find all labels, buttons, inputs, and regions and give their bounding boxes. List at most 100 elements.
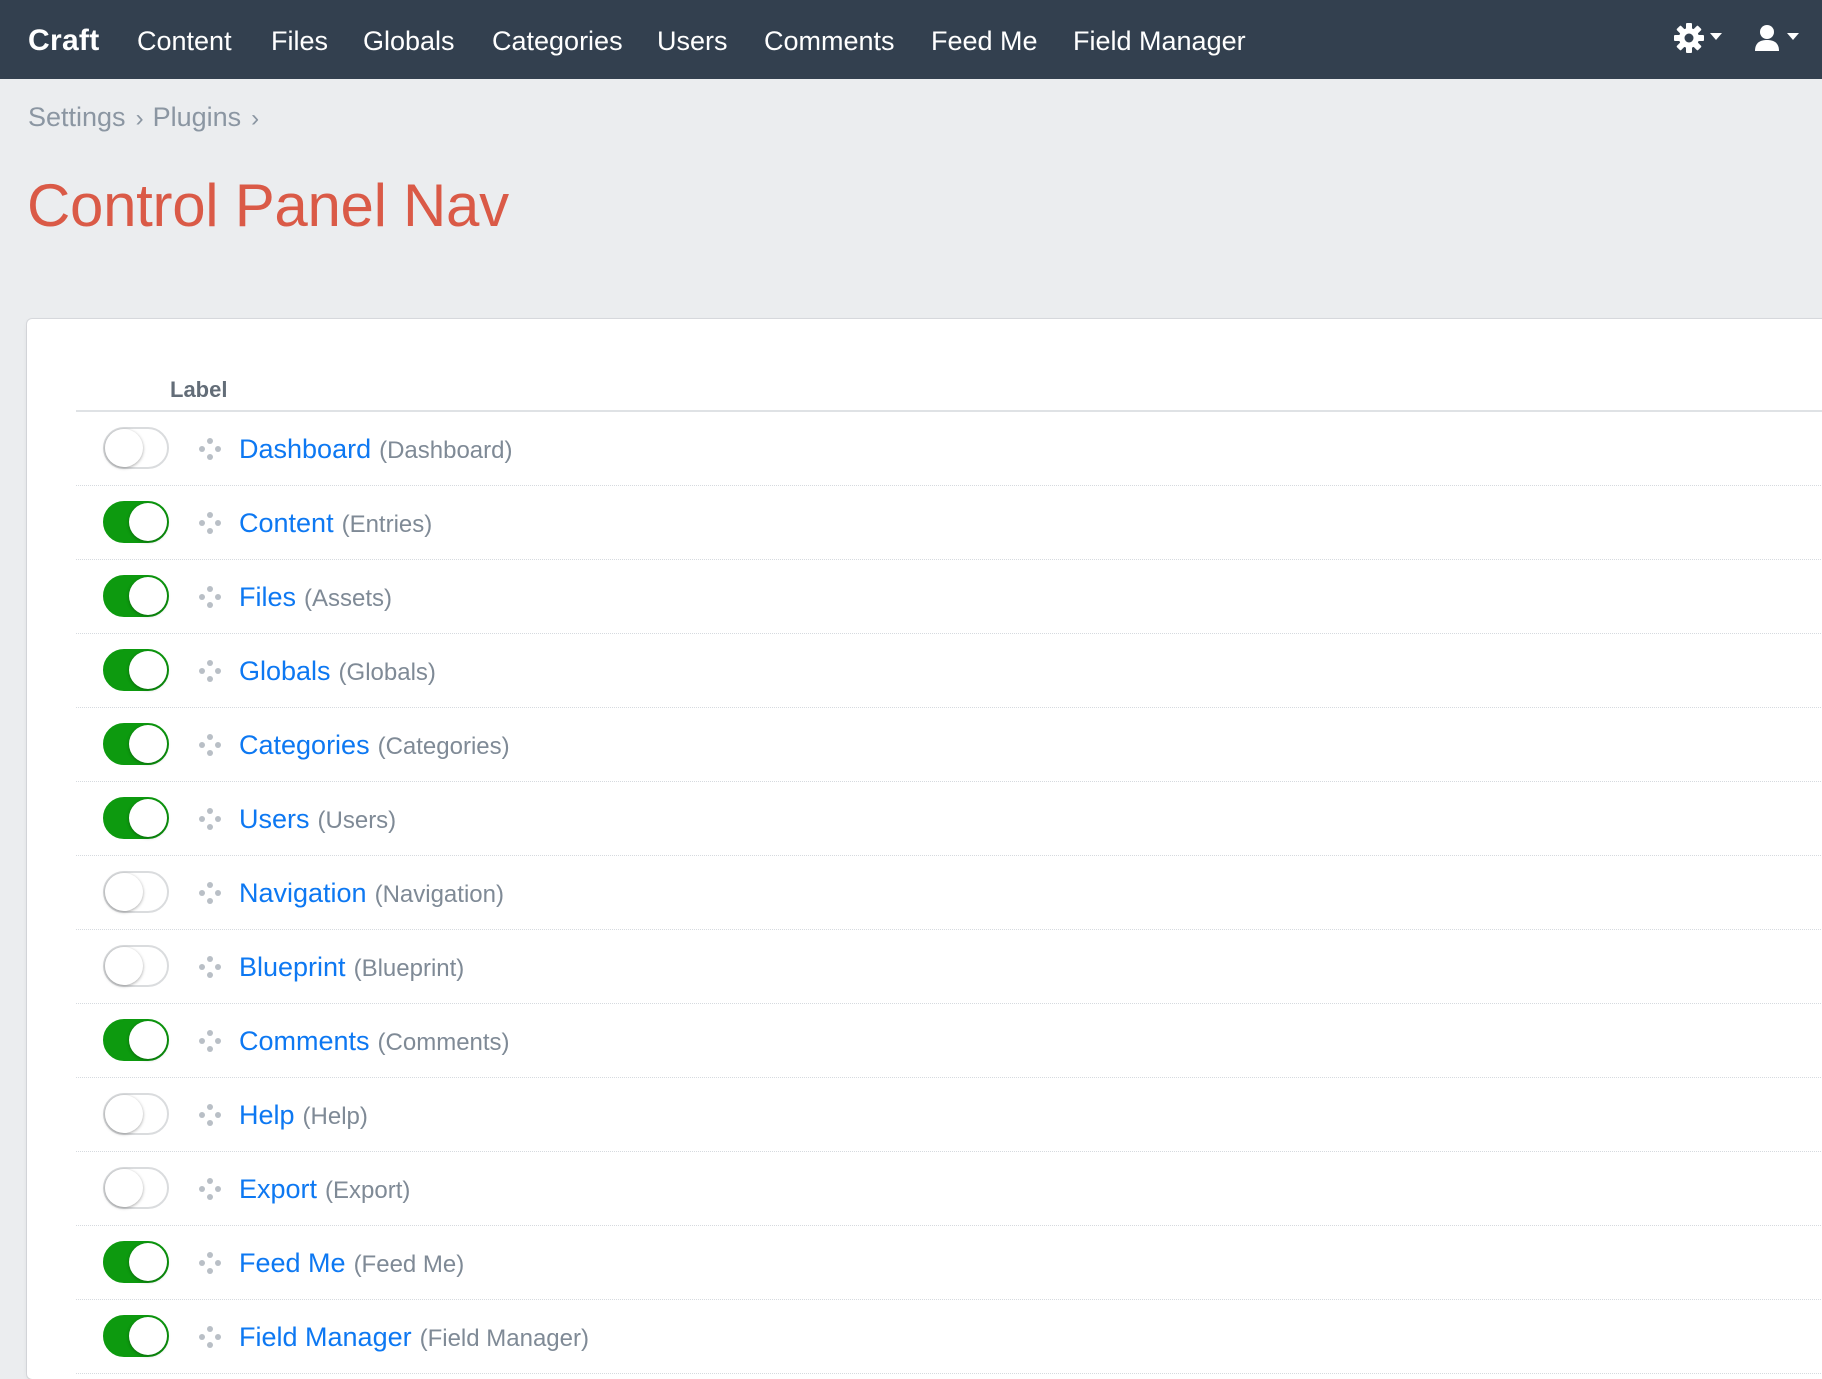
nav-item-categories[interactable]: Categories [492,24,623,58]
toggle-knob [129,1317,167,1355]
nav-item-handle: (Export) [325,1177,411,1204]
nav-item-files[interactable]: Files [271,24,328,58]
table-row-12: Field Manager (Field Manager) [76,1300,1822,1374]
table-row-1: Content (Entries) [76,486,1822,560]
enabled-toggle[interactable] [103,1241,169,1283]
enabled-toggle[interactable] [103,871,169,913]
gear-icon [1673,22,1705,59]
table-row-6: Navigation (Navigation) [76,856,1822,930]
row-label-group: Dashboard (Dashboard) [239,432,513,471]
move-icon[interactable] [198,1029,222,1053]
nav-item-handle: (Users) [317,807,397,834]
row-label-group: Feed Me (Feed Me) [239,1246,464,1285]
nav-item-handle: (Entries) [341,511,433,538]
move-icon[interactable] [198,1177,222,1201]
toggle-knob [129,725,167,763]
toggle-knob [129,1021,167,1059]
breadcrumb-settings[interactable]: Settings [28,102,126,132]
nav-item-handle: (Navigation) [374,881,504,908]
move-icon[interactable] [198,511,222,535]
nav-item-label-link[interactable]: Export [239,1174,317,1204]
nav-item-label-link[interactable]: Help [239,1100,295,1130]
content-panel: Label Dashboard (Dashboard) Content (Ent… [27,319,1822,1379]
toggle-knob [129,503,167,541]
enabled-toggle[interactable] [103,427,169,469]
site-name[interactable]: Craft [28,24,100,58]
table-row-11: Feed Me (Feed Me) [76,1226,1822,1300]
nav-item-handle: (Globals) [338,659,436,686]
enabled-toggle[interactable] [103,649,169,691]
table-row-3: Globals (Globals) [76,634,1822,708]
user-icon [1752,23,1782,58]
nav-item-globals[interactable]: Globals [363,24,455,58]
enabled-toggle[interactable] [103,501,169,543]
breadcrumb-plugins[interactable]: Plugins [153,102,242,132]
nav-item-label-link[interactable]: Files [239,582,296,612]
table-row-7: Blueprint (Blueprint) [76,930,1822,1004]
row-label-group: Files (Assets) [239,580,392,619]
nav-item-label-link[interactable]: Field Manager [239,1322,412,1352]
move-icon[interactable] [198,585,222,609]
enabled-toggle[interactable] [103,1315,169,1357]
enabled-toggle[interactable] [103,575,169,617]
move-icon[interactable] [198,1325,222,1349]
nav-item-handle: (Comments) [377,1029,510,1056]
row-label-group: Content (Entries) [239,506,432,545]
enabled-toggle[interactable] [103,1019,169,1061]
table-row-4: Categories (Categories) [76,708,1822,782]
nav-items-table: Dashboard (Dashboard) Content (Entries) [76,412,1822,1374]
nav-item-content[interactable]: Content [137,24,232,58]
toggle-knob [105,873,143,911]
nav-item-label-link[interactable]: Categories [239,730,370,760]
account-menu-button[interactable] [1752,22,1799,58]
page-title: Control Panel Nav [27,172,509,239]
nav-item-label-link[interactable]: Comments [239,1026,370,1056]
move-icon[interactable] [198,955,222,979]
toggle-knob [105,1095,143,1133]
chevron-down-icon [1787,32,1799,40]
row-label-group: Categories (Categories) [239,728,510,767]
table-row-8: Comments (Comments) [76,1004,1822,1078]
toggle-knob [129,577,167,615]
enabled-toggle[interactable] [103,1093,169,1135]
nav-item-users[interactable]: Users [657,24,728,58]
breadcrumb: Settings › Plugins › [28,100,268,136]
nav-item-handle: (Blueprint) [353,955,465,982]
nav-item-comments[interactable]: Comments [764,24,895,58]
row-label-group: Blueprint (Blueprint) [239,950,464,989]
enabled-toggle[interactable] [103,797,169,839]
nav-item-label-link[interactable]: Navigation [239,878,367,908]
global-header: Craft Content Files Globals Categories U… [0,0,1822,79]
column-header-label: Label [170,377,228,402]
nav-item-label-link[interactable]: Blueprint [239,952,346,982]
enabled-toggle[interactable] [103,723,169,765]
row-label-group: Comments (Comments) [239,1024,510,1063]
nav-item-label-link[interactable]: Dashboard [239,434,371,464]
row-label-group: Field Manager (Field Manager) [239,1320,589,1359]
nav-item-label-link[interactable]: Globals [239,656,331,686]
toggle-knob [105,429,143,467]
nav-item-feed-me[interactable]: Feed Me [931,24,1038,58]
move-icon[interactable] [198,659,222,683]
nav-item-label-link[interactable]: Content [239,508,334,538]
enabled-toggle[interactable] [103,1167,169,1209]
nav-item-label-link[interactable]: Feed Me [239,1248,346,1278]
toggle-knob [129,651,167,689]
nav-item-handle: (Assets) [304,585,393,612]
nav-item-field-manager[interactable]: Field Manager [1073,24,1246,58]
nav-item-handle: (Field Manager) [419,1325,589,1352]
move-icon[interactable] [198,807,222,831]
move-icon[interactable] [198,733,222,757]
nav-item-handle: (Help) [302,1103,368,1130]
move-icon[interactable] [198,1103,222,1127]
toggle-knob [129,1243,167,1281]
enabled-toggle[interactable] [103,945,169,987]
toggle-knob [105,947,143,985]
nav-item-label-link[interactable]: Users [239,804,310,834]
move-icon[interactable] [198,437,222,461]
settings-menu-button[interactable] [1673,22,1722,58]
move-icon[interactable] [198,1251,222,1275]
nav-item-handle: (Categories) [377,733,510,760]
chevron-right-icon: › [135,105,144,132]
move-icon[interactable] [198,881,222,905]
